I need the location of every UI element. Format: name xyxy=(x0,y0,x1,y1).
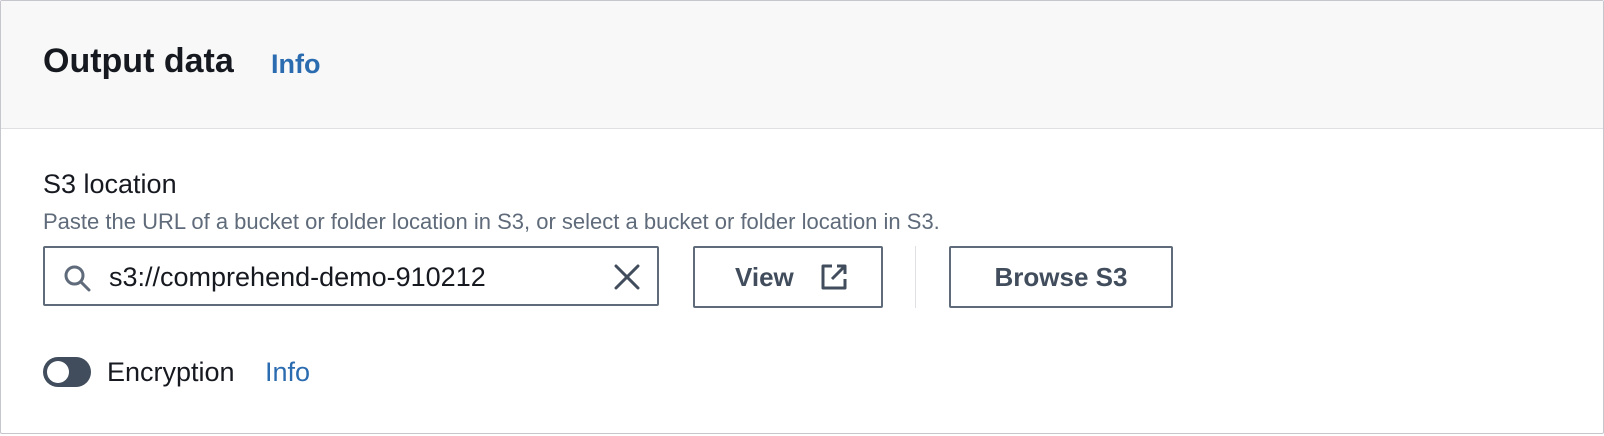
s3-location-label: S3 location xyxy=(43,169,177,199)
encryption-info-link[interactable]: Info xyxy=(265,354,310,390)
browse-s3-button[interactable]: Browse S3 xyxy=(949,246,1173,308)
header-info-link[interactable]: Info xyxy=(271,46,320,82)
toggle-knob xyxy=(47,361,69,383)
search-icon xyxy=(64,265,91,292)
button-divider xyxy=(915,246,916,308)
panel-header: Output data Info xyxy=(1,1,1603,129)
output-data-panel: Output data Info S3 location Paste the U… xyxy=(0,0,1604,434)
s3-location-input[interactable]: s3://comprehend-demo-910212 xyxy=(43,246,659,306)
view-button-label: View xyxy=(735,262,794,292)
s3-location-description: Paste the URL of a bucket or folder loca… xyxy=(43,209,940,234)
view-button[interactable]: View xyxy=(693,246,883,308)
s3-location-value[interactable]: s3://comprehend-demo-910212 xyxy=(109,260,486,294)
external-link-icon xyxy=(821,264,847,290)
encryption-toggle[interactable] xyxy=(43,357,91,387)
close-icon[interactable] xyxy=(612,262,642,292)
encryption-label: Encryption xyxy=(107,357,235,387)
panel-title: Output data xyxy=(43,42,234,80)
